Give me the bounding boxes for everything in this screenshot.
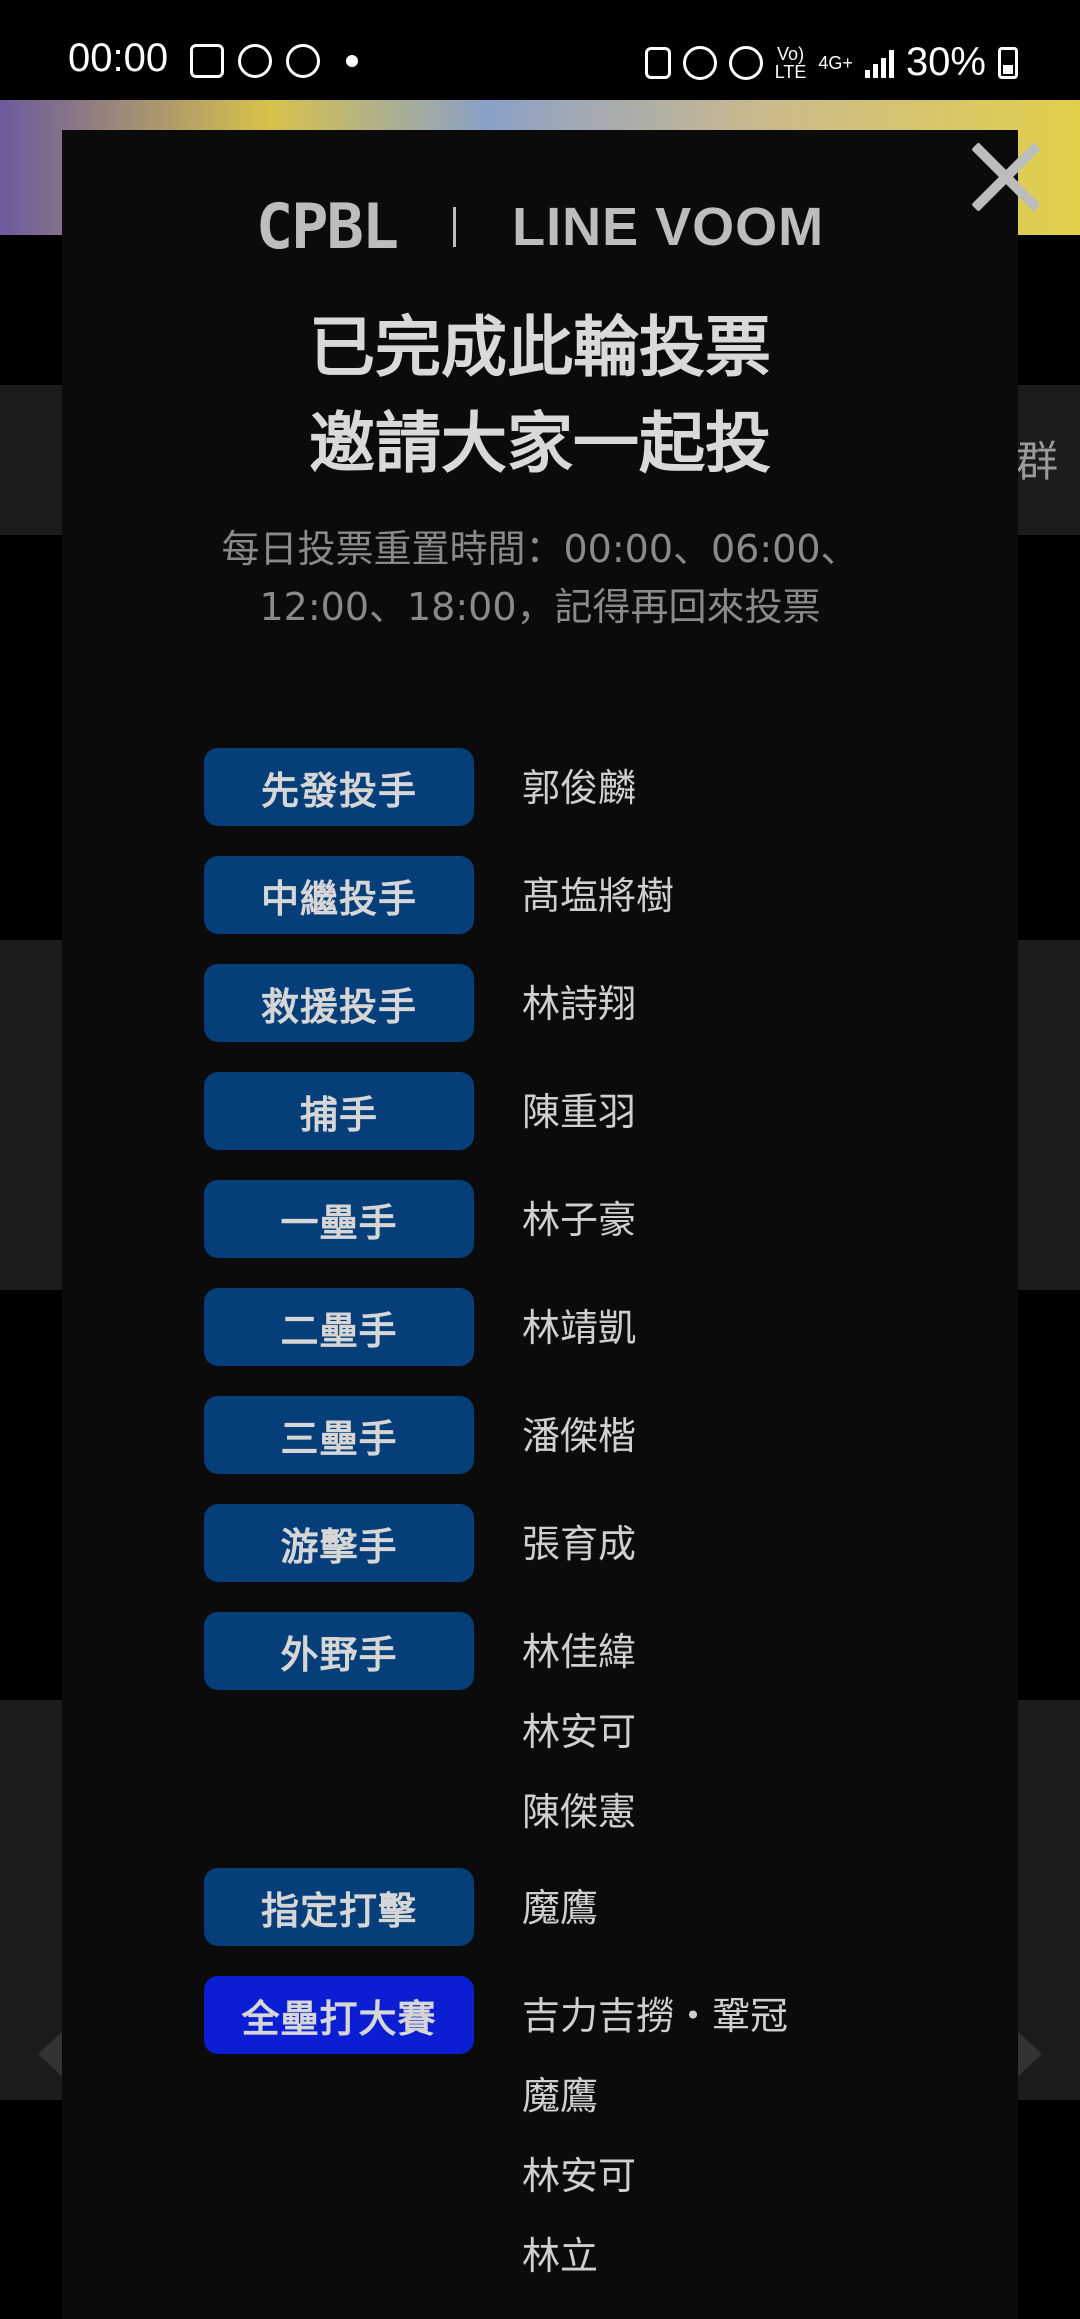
player-name: 魔鷹 [522,1886,599,1930]
network-type-label: 4G+ [818,52,853,73]
player-name: 魔鷹 [522,2074,599,2118]
player-names: 郭俊麟 [522,748,636,814]
position-badge: 游擊手 [204,1504,474,1582]
position-badge: 救援投手 [204,964,474,1042]
vote-row: 外野手 林佳緯 林安可 陳傑憲 [204,1612,964,1838]
carousel-prev-arrow-icon[interactable] [38,2030,64,2078]
vote-row: 二壘手 林靖凱 [204,1288,964,1366]
player-names: 吉力吉撈・鞏冠 魔鷹林安可林立 [522,1976,788,2282]
background-edge-text: 群 [1015,437,1058,486]
modal-headline: 已完成此輪投票 邀請大家一起投 [62,300,1018,492]
position-badge: 指定打擊 [204,1868,474,1946]
reset-time-note: 每日投票重置時間：00:00、06:00、12:00、18:00，記得再回來投票 [221,527,859,629]
line-app-icon [286,44,320,78]
sync-icon [644,46,671,79]
player-name: 林詩翔 [522,982,637,1026]
position-badge: 捕手 [204,1072,474,1150]
player-name: 林靖凱 [522,1306,637,1350]
vote-row: 救援投手 林詩翔 [204,964,964,1042]
player-names: 魔鷹 [522,1868,598,1934]
player-names: 陳重羽 [522,1072,636,1138]
player-names: 林詩翔 [522,964,636,1030]
player-name: 陳傑憲 [522,1790,637,1834]
player-name: 潘傑楷 [522,1414,637,1458]
player-name: 林子豪 [522,1198,637,1242]
player-name: 陳重羽 [522,1090,637,1134]
hotspot-icon [728,45,763,80]
battery-percent: 30% [905,40,986,84]
cpbl-logo: CPBL [255,190,399,263]
line-voom-logo: LINE VOOM [512,196,825,257]
vote-row: 先發投手 郭俊麟 [204,748,964,826]
player-name: 林安可 [522,2154,637,2198]
system-icons: Vo) LTE 4G+ 30% [644,40,1018,85]
position-badge: 二壘手 [204,1288,474,1366]
vote-row: 一壘手 林子豪 [204,1180,964,1258]
vote-summary-list: 先發投手 郭俊麟中繼投手 髙塩將樹救援投手 林詩翔捕手 陳重羽一壘手 林子豪二壘手 林靖凱三… [204,748,964,2312]
vote-row: 全壘打大賽 吉力吉撈・鞏冠 魔鷹 林安可 林立 [204,1976,964,2282]
alarm-icon [682,45,717,80]
player-name: 郭俊麟 [522,766,637,810]
vote-row: 捕手 陳重羽 [204,1072,964,1150]
vote-complete-modal: CPBL LINE VOOM 已完成此輪投票 邀請大家一起投 每日投票重置時間：… [62,130,1018,2319]
volte-label: Vo) LTE [774,43,807,82]
player-names: 張育成 [522,1504,636,1570]
position-badge: 先發投手 [204,748,474,826]
headline-line-1: 已完成此輪投票 [309,309,771,386]
notification-icons [190,44,358,78]
player-name: 髙塩將樹 [522,874,675,918]
chat-icon [238,44,272,78]
player-name: 張育成 [522,1522,637,1566]
logo-row: CPBL LINE VOOM [62,190,1018,263]
headline-line-2: 邀請大家一起投 [309,405,771,482]
player-name: 林安可 [522,1710,637,1754]
status-time: 00:00 [68,36,169,80]
position-badge: 外野手 [204,1612,474,1690]
player-names: 林佳緯 林安可 陳傑憲 [522,1612,636,1838]
player-name: 林佳緯 [522,1630,637,1674]
battery-icon [998,46,1018,79]
position-badge: 全壘打大賽 [204,1976,474,2054]
vote-row: 三壘手 潘傑楷 [204,1396,964,1474]
close-icon[interactable] [965,137,1045,217]
position-badge: 一壘手 [204,1180,474,1258]
position-badge: 三壘手 [204,1396,474,1474]
player-names: 髙塩將樹 [522,856,674,922]
more-notifications-dot-icon [346,55,358,67]
player-name: 吉力吉撈・鞏冠 [522,1994,789,2038]
player-names: 潘傑楷 [522,1396,636,1462]
carousel-next-arrow-icon[interactable] [1016,2030,1042,2078]
position-badge: 中繼投手 [204,856,474,934]
vote-row: 指定打擊 魔鷹 [204,1868,964,1946]
player-names: 林子豪 [522,1180,636,1246]
player-name: 林立 [522,2234,599,2278]
gallery-icon [190,44,224,78]
player-names: 林靖凱 [522,1288,636,1354]
signal-strength-icon [864,48,894,78]
vote-row: 中繼投手 髙塩將樹 [204,856,964,934]
status-bar: 00:00 Vo) LTE 4G+ 30% [0,0,1080,100]
vote-row: 游擊手 張育成 [204,1504,964,1582]
logo-divider [453,206,457,247]
